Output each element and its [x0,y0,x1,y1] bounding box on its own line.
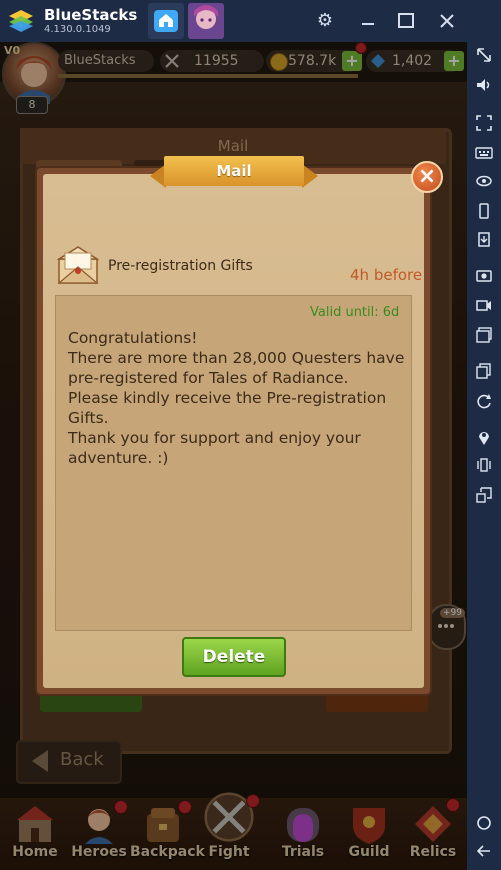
valid-until: Valid until: 6d [310,305,400,320]
maximize-icon[interactable] [395,10,417,32]
install-apk-icon[interactable] [475,230,493,248]
title-bar: BlueStacks 4.130.0.1049 ⚙ [0,0,501,42]
game-icon [188,3,224,39]
app-version: 4.130.0.1049 [44,24,111,35]
phone-rotate-icon[interactable] [475,202,493,220]
delete-button[interactable]: Delete [182,637,286,677]
tab-home[interactable] [148,3,184,39]
mail-time: 4h before [350,266,423,284]
location-icon[interactable] [475,428,493,446]
close-dialog-button[interactable]: × [411,161,443,193]
video-icon[interactable] [475,296,493,314]
copy-icon[interactable] [475,362,493,380]
side-toolbar [467,42,501,870]
eye-icon[interactable] [475,172,493,190]
tab-game[interactable] [188,3,224,39]
keyboard-icon[interactable] [475,144,493,162]
app-name: BlueStacks [44,6,138,24]
mail-subject: Pre-registration Gifts [108,258,253,274]
close-icon[interactable] [436,10,458,32]
gear-icon[interactable]: ⚙ [314,10,336,32]
mail-body-line: adventure. :) [68,449,169,467]
volume-icon[interactable] [475,76,493,94]
mail-body-line: Congratulations! [68,329,198,347]
close-icon: × [417,164,437,189]
media-icon[interactable] [475,326,493,344]
envelope-icon [57,246,99,284]
minimize-icon[interactable] [357,10,379,32]
sync-icon[interactable] [475,392,493,410]
bluestacks-logo [9,10,33,32]
ribbon-tail-right [302,164,318,188]
mail-body: Congratulations! There are more than 28,… [68,328,404,468]
camera-icon[interactable] [475,266,493,284]
resize-icon[interactable] [475,486,493,504]
mail-body-line: pre-registered for Tales of Radiance. [68,369,349,387]
shake-icon[interactable] [475,456,493,474]
expand-icon[interactable] [475,46,493,64]
mail-body-line: Thank you for support and enjoy your [68,429,361,447]
fullscreen-icon[interactable] [475,114,493,132]
dialog-title: Mail [164,156,304,186]
mail-body-line: Gifts. [68,409,109,427]
back-arrow-icon[interactable] [475,842,493,860]
dialog-title-ribbon: Mail [150,156,318,190]
mail-body-line: Please kindly receive the Pre-registrati… [68,389,387,407]
circle-home-icon[interactable] [475,814,493,832]
mail-body-line: There are more than 28,000 Questers have [68,349,405,367]
home-icon [154,10,178,32]
